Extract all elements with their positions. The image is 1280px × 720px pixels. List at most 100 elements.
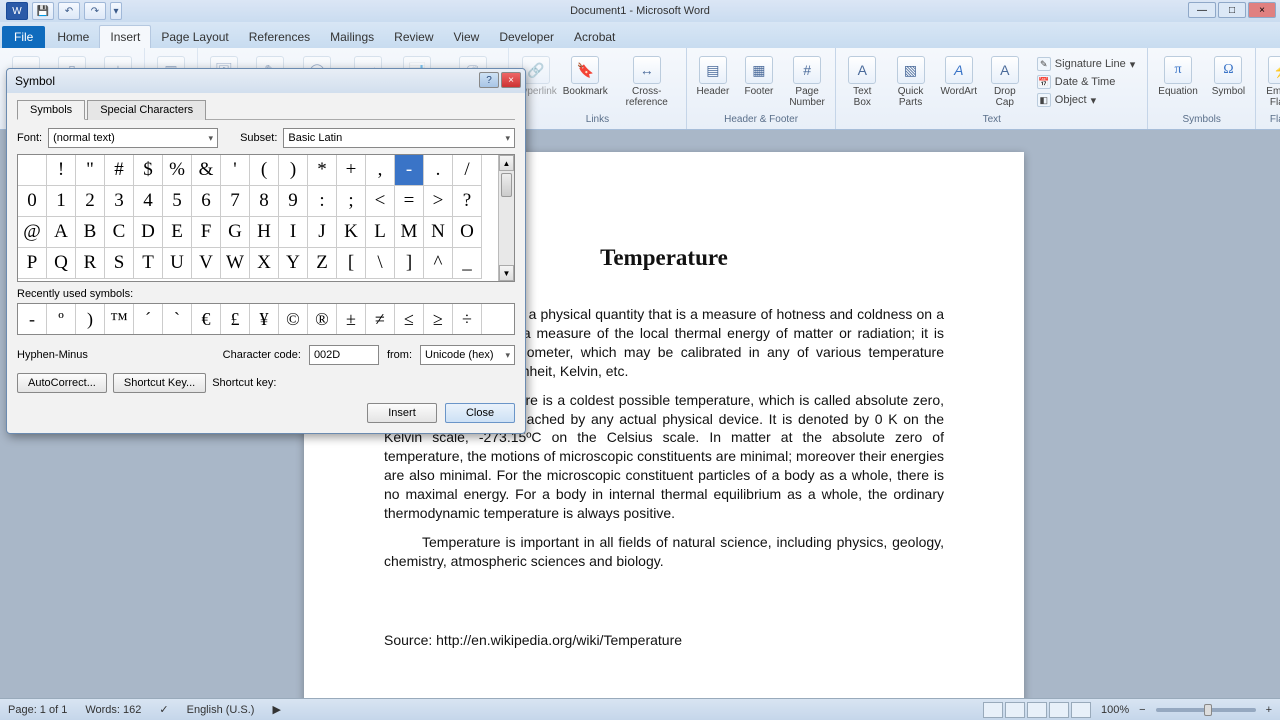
symbol-cell[interactable]: S [105, 248, 134, 279]
symbol-cell[interactable]: - [395, 155, 424, 186]
symbol-cell[interactable]: * [308, 155, 337, 186]
symbol-cell[interactable]: ( [250, 155, 279, 186]
tab-special-characters[interactable]: Special Characters [87, 100, 206, 120]
symbol-cell[interactable]: B [76, 217, 105, 248]
symbol-cell[interactable]: L [366, 217, 395, 248]
signature-line-button[interactable]: ✎Signature Line ▾ [1033, 56, 1139, 72]
symbol-cell[interactable]: . [424, 155, 453, 186]
dialog-titlebar[interactable]: Symbol ? × [7, 69, 525, 93]
symbol-cell[interactable]: % [163, 155, 192, 186]
symbol-cell[interactable]: J [308, 217, 337, 248]
recent-symbol-cell[interactable]: ` [163, 304, 192, 334]
zoom-in-button[interactable]: + [1266, 704, 1272, 716]
symbol-cell[interactable]: W [221, 248, 250, 279]
symbol-cell[interactable]: 1 [47, 186, 76, 217]
outline-view-button[interactable] [1049, 702, 1069, 718]
symbol-cell[interactable]: > [424, 186, 453, 217]
character-code-input[interactable] [309, 345, 379, 365]
object-button[interactable]: ◧Object ▾ [1033, 92, 1139, 108]
recent-symbol-cell[interactable]: ÷ [453, 304, 482, 334]
dropcap-button[interactable]: ADrop Cap [987, 54, 1023, 110]
symbol-cell[interactable]: _ [453, 248, 482, 279]
macro-icon[interactable]: ▶ [272, 703, 280, 716]
symbol-button[interactable]: ΩSymbol [1210, 54, 1247, 99]
symbol-cell[interactable]: H [250, 217, 279, 248]
web-layout-view-button[interactable] [1027, 702, 1047, 718]
symbol-cell[interactable]: U [163, 248, 192, 279]
symbol-cell[interactable]: P [18, 248, 47, 279]
redo-icon[interactable]: ↷ [84, 2, 106, 20]
symbol-cell[interactable]: $ [134, 155, 163, 186]
print-layout-view-button[interactable] [983, 702, 1003, 718]
zoom-slider[interactable] [1156, 708, 1256, 712]
scroll-up-icon[interactable]: ▲ [499, 155, 514, 171]
undo-icon[interactable]: ↶ [58, 2, 80, 20]
symbol-cell[interactable]: 0 [18, 186, 47, 217]
recent-symbol-cell[interactable]: ¥ [250, 304, 279, 334]
symbol-cell[interactable] [18, 155, 47, 186]
symbol-cell[interactable]: V [192, 248, 221, 279]
symbol-cell[interactable]: N [424, 217, 453, 248]
full-screen-view-button[interactable] [1005, 702, 1025, 718]
recent-symbol-cell[interactable]: ´ [134, 304, 163, 334]
close-button[interactable]: Close [445, 403, 515, 423]
symbol-cell[interactable]: 4 [134, 186, 163, 217]
symbol-cell[interactable]: 9 [279, 186, 308, 217]
symbol-cell[interactable]: D [134, 217, 163, 248]
dialog-help-button[interactable]: ? [479, 72, 499, 88]
recent-symbol-cell[interactable]: º [47, 304, 76, 334]
dialog-close-x-button[interactable]: × [501, 72, 521, 88]
symbol-cell[interactable]: & [192, 155, 221, 186]
symbol-cell[interactable]: ! [47, 155, 76, 186]
symbol-cell[interactable]: # [105, 155, 134, 186]
scroll-down-icon[interactable]: ▼ [499, 265, 514, 281]
tab-developer[interactable]: Developer [489, 26, 564, 48]
tab-symbols[interactable]: Symbols [17, 100, 85, 120]
textbox-button[interactable]: AText Box [844, 54, 880, 110]
header-button[interactable]: ▤Header [695, 54, 731, 110]
datetime-button[interactable]: 📅Date & Time [1033, 74, 1139, 90]
status-language[interactable]: English (U.S.) [187, 704, 255, 716]
status-words[interactable]: Words: 162 [85, 704, 141, 716]
wordart-button[interactable]: AWordArt [941, 54, 977, 110]
recent-symbol-cell[interactable]: € [192, 304, 221, 334]
tab-page-layout[interactable]: Page Layout [151, 26, 238, 48]
recent-symbol-cell[interactable]: £ [221, 304, 250, 334]
symbol-cell[interactable]: 2 [76, 186, 105, 217]
embed-flash-button[interactable]: ⚡Embed Flash [1264, 54, 1280, 110]
tab-insert[interactable]: Insert [99, 25, 151, 48]
symbol-cell[interactable]: + [337, 155, 366, 186]
autocorrect-button[interactable]: AutoCorrect... [17, 373, 107, 393]
zoom-thumb[interactable] [1204, 704, 1212, 716]
symbol-cell[interactable]: < [366, 186, 395, 217]
tab-view[interactable]: View [444, 26, 490, 48]
recent-symbol-cell[interactable]: © [279, 304, 308, 334]
symbol-cell[interactable]: ? [453, 186, 482, 217]
recent-symbol-cell[interactable]: - [18, 304, 47, 334]
symbol-cell[interactable]: ) [279, 155, 308, 186]
crossref-button[interactable]: ↔Cross-reference [616, 54, 678, 110]
symbol-cell[interactable]: F [192, 217, 221, 248]
symbol-cell[interactable]: Z [308, 248, 337, 279]
symbol-cell[interactable]: / [453, 155, 482, 186]
bookmark-button[interactable]: 🔖Bookmark [565, 54, 606, 110]
word-icon[interactable]: W [6, 2, 28, 20]
symbol-cell[interactable]: C [105, 217, 134, 248]
recent-symbol-cell[interactable]: ™ [105, 304, 134, 334]
subset-select[interactable]: Basic Latin [283, 128, 515, 148]
symbol-cell[interactable]: ; [337, 186, 366, 217]
zoom-level[interactable]: 100% [1101, 704, 1129, 716]
symbol-cell[interactable]: , [366, 155, 395, 186]
symbol-cell[interactable]: 5 [163, 186, 192, 217]
tab-home[interactable]: Home [47, 26, 99, 48]
from-select[interactable]: Unicode (hex) [420, 345, 515, 365]
font-select[interactable]: (normal text) [48, 128, 218, 148]
symbol-cell[interactable]: ' [221, 155, 250, 186]
zoom-out-button[interactable]: − [1139, 704, 1145, 716]
recent-symbol-cell[interactable]: ≥ [424, 304, 453, 334]
symbol-cell[interactable]: 7 [221, 186, 250, 217]
insert-button[interactable]: Insert [367, 403, 437, 423]
maximize-button[interactable]: □ [1218, 2, 1246, 18]
proofing-icon[interactable]: ✓ [159, 703, 168, 716]
qat-menu-icon[interactable]: ▾ [110, 2, 122, 20]
